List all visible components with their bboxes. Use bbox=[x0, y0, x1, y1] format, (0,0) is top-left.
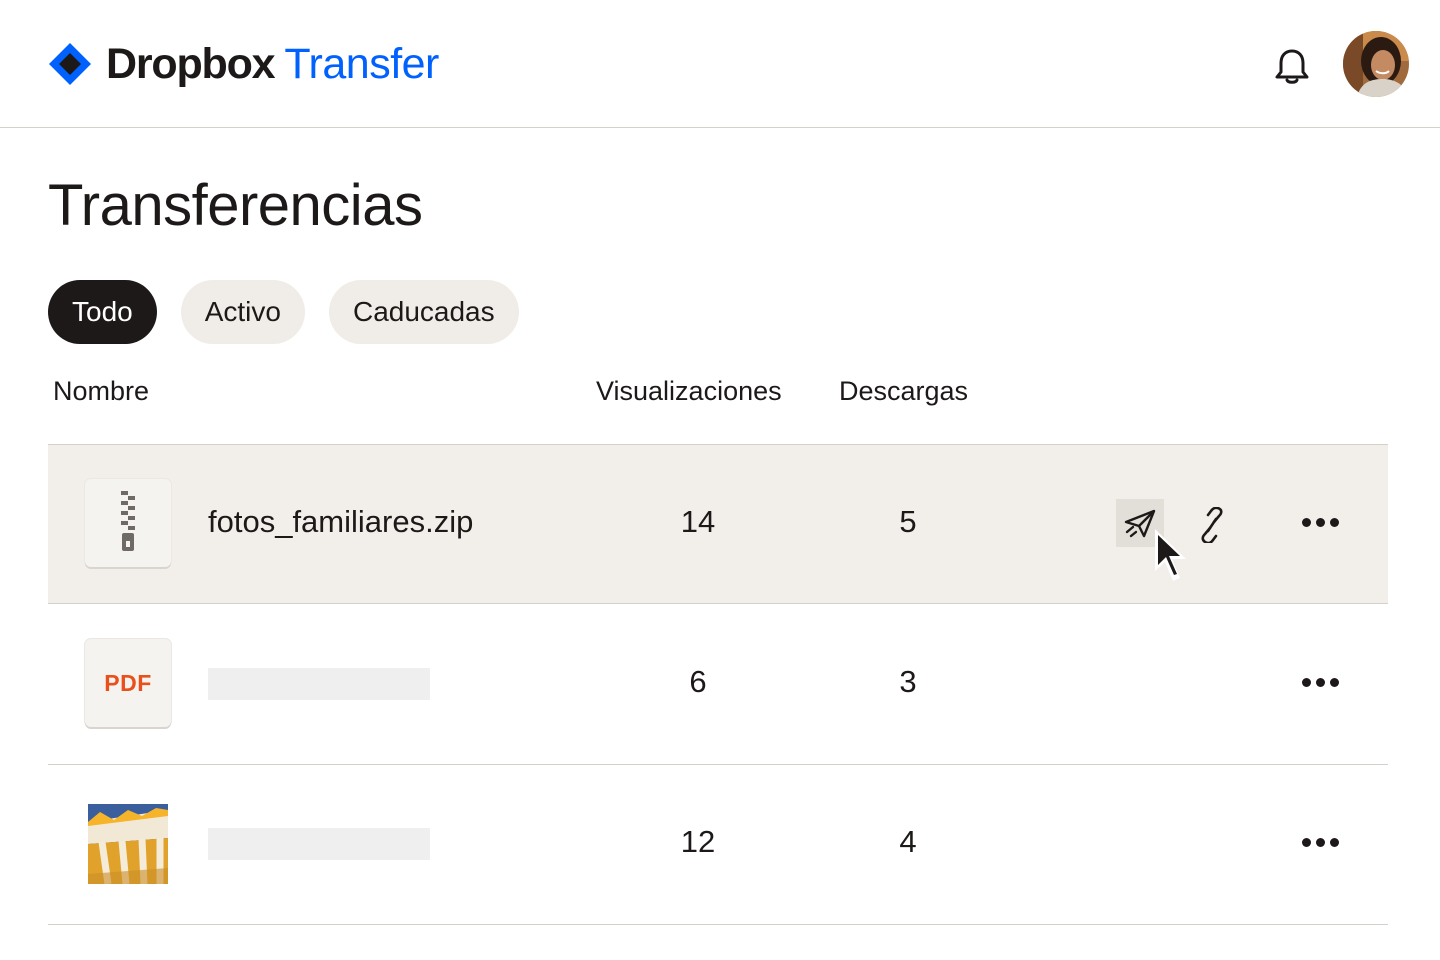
table-row[interactable]: fotos_familiares.zip 14 5 bbox=[48, 444, 1388, 604]
more-dots-icon bbox=[1301, 517, 1311, 527]
user-avatar[interactable] bbox=[1343, 31, 1409, 97]
image-thumbnail bbox=[88, 804, 168, 884]
filter-chip-active[interactable]: Activo bbox=[180, 280, 305, 344]
image-preview bbox=[88, 804, 168, 884]
file-name-placeholder bbox=[208, 668, 430, 700]
more-dot bbox=[1315, 677, 1325, 687]
filter-tabs: Todo Activo Caducadas bbox=[48, 280, 519, 344]
file-name-placeholder bbox=[208, 828, 430, 860]
column-header-name[interactable]: Nombre bbox=[53, 374, 149, 408]
views-count: 12 bbox=[680, 824, 716, 859]
more-dots-icon bbox=[1301, 677, 1311, 687]
paper-plane-icon bbox=[1124, 509, 1156, 538]
file-name[interactable]: fotos_familiares.zip bbox=[208, 503, 473, 541]
more-dot bbox=[1315, 837, 1325, 847]
views-count: 14 bbox=[680, 504, 716, 539]
downloads-count: 3 bbox=[899, 664, 917, 699]
more-dot bbox=[1329, 677, 1339, 687]
views-count: 6 bbox=[689, 664, 707, 699]
avatar-image bbox=[1343, 31, 1409, 97]
more-dot bbox=[1329, 837, 1339, 847]
filter-chip-expired[interactable]: Caducadas bbox=[328, 280, 519, 344]
more-dot bbox=[1329, 517, 1339, 527]
pdf-file-icon: PDF bbox=[85, 639, 171, 727]
notifications-button[interactable] bbox=[1268, 42, 1316, 90]
brand-name: Dropbox Transfer bbox=[106, 41, 439, 87]
downloads-count: 4 bbox=[899, 824, 917, 859]
bell-icon bbox=[1275, 49, 1309, 84]
pdf-type-label: PDF bbox=[104, 669, 152, 696]
brand-secondary: Transfer bbox=[284, 40, 439, 88]
more-options-button[interactable] bbox=[1288, 500, 1352, 544]
link-icon bbox=[1201, 507, 1223, 543]
copy-link-button[interactable] bbox=[1188, 501, 1236, 549]
dropbox-transfer-logo[interactable]: Dropbox Transfer bbox=[48, 41, 439, 87]
dropbox-logo-icon bbox=[49, 43, 91, 85]
table-row[interactable]: 12 4 bbox=[48, 765, 1388, 925]
column-header-downloads[interactable]: Descargas bbox=[839, 374, 968, 408]
page-title: Transferencias bbox=[48, 173, 423, 238]
column-header-views[interactable]: Visualizaciones bbox=[596, 374, 782, 408]
filter-chip-all[interactable]: Todo bbox=[48, 280, 157, 344]
brand-primary: Dropbox bbox=[106, 40, 276, 88]
table-row[interactable]: PDF 6 3 bbox=[48, 605, 1388, 765]
zipper-icon bbox=[121, 491, 135, 551]
downloads-count: 5 bbox=[899, 504, 917, 539]
send-button[interactable] bbox=[1116, 499, 1164, 547]
more-options-button[interactable] bbox=[1288, 820, 1352, 864]
zip-file-icon bbox=[85, 479, 171, 567]
more-dots-icon bbox=[1301, 837, 1311, 847]
more-options-button[interactable] bbox=[1288, 660, 1352, 704]
more-dot bbox=[1315, 517, 1325, 527]
top-bar: Dropbox Transfer bbox=[0, 0, 1440, 128]
